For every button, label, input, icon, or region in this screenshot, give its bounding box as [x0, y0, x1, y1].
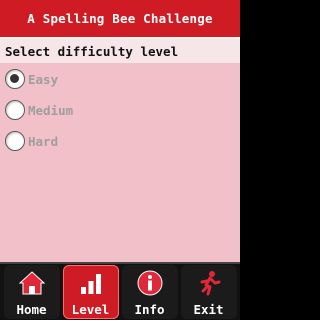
nav-label: Exit	[193, 302, 224, 317]
nav-label: Home	[16, 302, 47, 317]
option-label: Hard	[28, 133, 59, 149]
section-header: Select difficulty level	[0, 37, 240, 63]
nav-label: Level	[71, 302, 110, 317]
option-label: Easy	[28, 71, 59, 87]
running-man-icon	[200, 271, 220, 296]
option-easy[interactable]: Easy	[5, 68, 205, 90]
difficulty-prompt: Select difficulty level	[5, 43, 179, 59]
radio-hard[interactable]	[5, 131, 25, 151]
radio-medium[interactable]	[5, 100, 25, 120]
option-label: Medium	[28, 102, 74, 118]
nav-level-button[interactable]: Level	[62, 265, 119, 319]
option-hard[interactable]: Hard	[5, 130, 205, 152]
app-title: A Spelling Bee Challenge	[27, 11, 213, 26]
info-icon	[137, 270, 162, 296]
house-icon	[18, 271, 45, 295]
nav-info-button[interactable]: Info	[121, 265, 178, 319]
nav-label: Info	[134, 302, 165, 317]
nav-exit-button[interactable]: Exit	[180, 265, 237, 319]
option-medium[interactable]: Medium	[5, 99, 205, 121]
nav-home-button[interactable]: Home	[3, 265, 60, 319]
bar-chart-icon	[80, 274, 101, 294]
app-screen: A Spelling Bee Challenge Select difficul…	[0, 0, 240, 320]
title-bar: A Spelling Bee Challenge	[0, 0, 240, 37]
bottom-nav: Home Level Info Exit	[0, 262, 240, 320]
radio-easy[interactable]	[5, 69, 25, 89]
